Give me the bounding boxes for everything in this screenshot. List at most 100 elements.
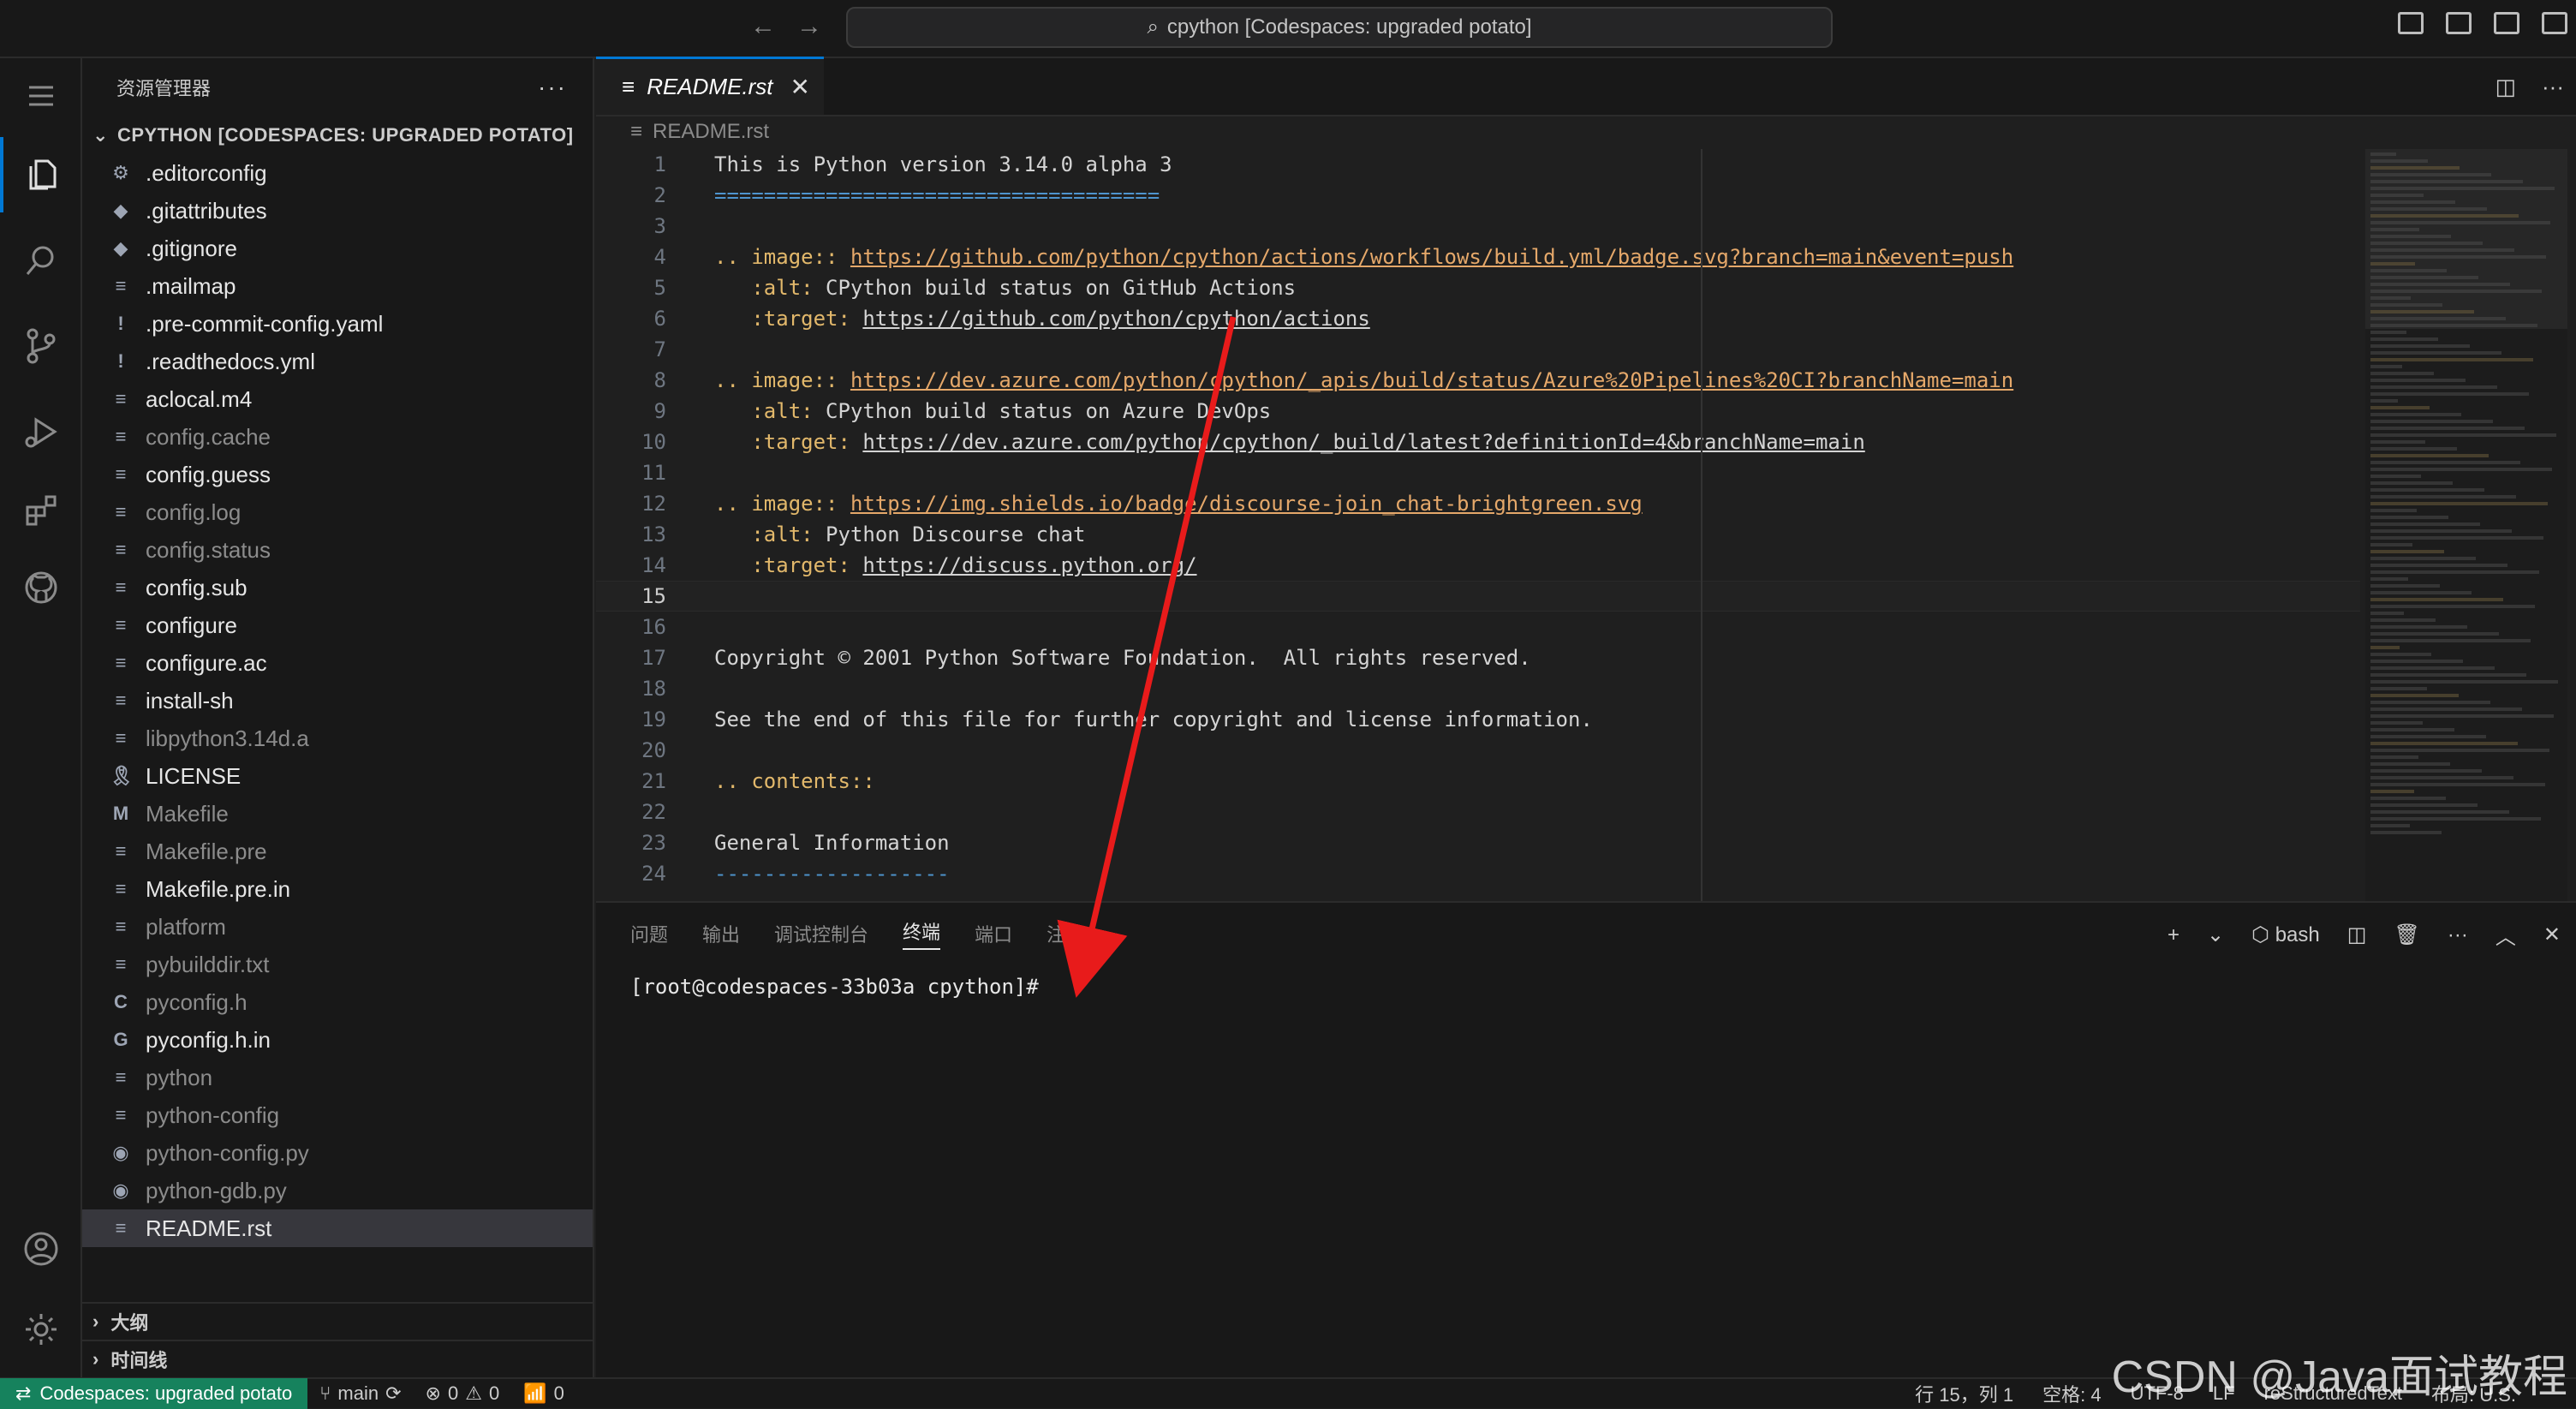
code-line[interactable]: 22 xyxy=(596,797,2360,827)
code-line[interactable]: 9 :alt: CPython build status on Azure De… xyxy=(596,396,2360,427)
file-item[interactable]: 🎗LICENSE xyxy=(82,757,593,795)
file-item[interactable]: ≡config.status xyxy=(82,531,593,569)
panel-tab[interactable]: 端口 xyxy=(975,920,1012,947)
command-center[interactable]: ⌕ cpython [Codespaces: upgraded potato] xyxy=(846,7,1833,48)
code-token[interactable]: https://github.com/python/cpython/action… xyxy=(850,245,2013,269)
code-line[interactable]: 21.. contents:: xyxy=(596,766,2360,797)
code-line[interactable]: 8.. image:: https://dev.azure.com/python… xyxy=(596,365,2360,396)
back-arrow-icon[interactable]: ← xyxy=(750,12,776,41)
toggle-panel-icon[interactable] xyxy=(2494,12,2519,34)
file-item[interactable]: ≡config.sub xyxy=(82,569,593,606)
file-item[interactable]: ≡Makefile.pre xyxy=(82,833,593,870)
outline-section-header[interactable]: › 大纲 xyxy=(82,1302,593,1340)
file-item[interactable]: MMakefile xyxy=(82,795,593,833)
file-item[interactable]: ≡libpython3.14d.a xyxy=(82,719,593,757)
more-actions-icon[interactable]: ··· xyxy=(2448,923,2468,947)
panel-tab[interactable]: 注释 xyxy=(1046,920,1084,947)
more-actions-icon[interactable]: ··· xyxy=(538,74,567,101)
file-item[interactable]: ◆.gitignore xyxy=(82,230,593,267)
code-line[interactable]: 7 xyxy=(596,334,2360,365)
code-editor[interactable]: 1This is Python version 3.14.0 alpha 32=… xyxy=(596,149,2360,901)
code-line[interactable]: 19See the end of this file for further c… xyxy=(596,704,2360,735)
source-control-button[interactable] xyxy=(0,308,82,384)
code-line[interactable]: 10 :target: https://dev.azure.com/python… xyxy=(596,427,2360,457)
panel-tab[interactable]: 调试控制台 xyxy=(774,920,868,947)
problems-indicator[interactable]: ⊗ 0 ⚠ 0 xyxy=(414,1382,512,1405)
code-line[interactable]: 24------------------- xyxy=(596,858,2360,889)
panel-tab[interactable]: 输出 xyxy=(702,920,740,947)
code-token[interactable]: https://dev.azure.com/python/cpython/_ap… xyxy=(850,368,2013,392)
explorer-button[interactable] xyxy=(0,137,82,212)
run-debug-button[interactable] xyxy=(0,394,82,469)
file-item[interactable]: ≡config.cache xyxy=(82,418,593,456)
code-line[interactable]: 17Copyright © 2001 Python Software Found… xyxy=(596,642,2360,673)
code-token[interactable]: https://dev.azure.com/python/cpython/_bu… xyxy=(862,430,1864,454)
remote-indicator[interactable]: ⇄ Codespaces: upgraded potato xyxy=(0,1378,307,1409)
file-item[interactable]: ≡configure.ac xyxy=(82,644,593,682)
file-item[interactable]: ≡pybuilddir.txt xyxy=(82,946,593,983)
forward-arrow-icon[interactable]: → xyxy=(796,12,822,41)
file-item[interactable]: ≡configure xyxy=(82,606,593,644)
code-line[interactable]: 23General Information xyxy=(596,827,2360,858)
code-line[interactable]: 3 xyxy=(596,211,2360,242)
timeline-section-header[interactable]: › 时间线 xyxy=(82,1340,593,1377)
indentation[interactable]: 空格: 4 xyxy=(2042,1380,2101,1407)
file-item[interactable]: ◉python-gdb.py xyxy=(82,1172,593,1209)
tab-readme[interactable]: ≡ README.rst ✕ xyxy=(596,57,824,115)
toggle-primary-sidebar-icon[interactable] xyxy=(2446,12,2472,34)
file-item[interactable]: ◆.gitattributes xyxy=(82,192,593,230)
code-line[interactable]: 2==================================== xyxy=(596,180,2360,211)
breadcrumb[interactable]: ≡ README.rst xyxy=(596,116,2576,147)
github-button[interactable] xyxy=(0,550,82,625)
file-item[interactable]: ⚙.editorconfig xyxy=(82,154,593,192)
new-terminal-icon[interactable]: + xyxy=(2168,923,2179,947)
code-line[interactable]: 20 xyxy=(596,735,2360,766)
file-item[interactable]: ≡python-config xyxy=(82,1096,593,1134)
menu-button[interactable] xyxy=(0,58,82,134)
close-icon[interactable]: ✕ xyxy=(790,73,810,101)
split-terminal-icon[interactable]: ◫ xyxy=(2347,922,2367,947)
toggle-secondary-sidebar-icon[interactable] xyxy=(2542,12,2567,34)
search-button[interactable] xyxy=(0,223,82,298)
more-actions-icon[interactable]: ··· xyxy=(2542,74,2564,100)
terminal[interactable]: [root@codespaces-33b03a cpython]# xyxy=(596,964,2576,1009)
manage-button[interactable] xyxy=(0,1292,82,1367)
code-line[interactable]: 14 :target: https://discuss.python.org/ xyxy=(596,550,2360,581)
trash-icon[interactable]: 🗑 xyxy=(2394,922,2419,947)
file-item[interactable]: !.readthedocs.yml xyxy=(82,343,593,380)
file-item[interactable]: Gpyconfig.h.in xyxy=(82,1021,593,1059)
code-line[interactable]: 5 :alt: CPython build status on GitHub A… xyxy=(596,272,2360,303)
file-item[interactable]: ≡platform xyxy=(82,908,593,946)
maximize-panel-icon[interactable]: ︿ xyxy=(2496,920,2516,950)
file-item[interactable]: Cpyconfig.h xyxy=(82,983,593,1021)
file-item[interactable]: ≡python xyxy=(82,1059,593,1096)
code-line[interactable]: 15 xyxy=(596,581,2360,612)
branch-indicator[interactable]: ⑂ main ⟳ xyxy=(307,1382,413,1405)
terminal-shell[interactable]: ⬡ bash xyxy=(2251,922,2320,947)
file-item[interactable]: ≡install-sh xyxy=(82,682,593,719)
file-item[interactable]: ◉python-config.py xyxy=(82,1134,593,1172)
minimap[interactable] xyxy=(2365,149,2567,901)
file-item[interactable]: ≡config.log xyxy=(82,493,593,531)
accounts-button[interactable] xyxy=(0,1211,82,1287)
code-line[interactable]: 1This is Python version 3.14.0 alpha 3 xyxy=(596,149,2360,180)
ports-indicator[interactable]: 📶 0 xyxy=(511,1382,576,1405)
workspace-section-header[interactable]: ⌄ CPYTHON [CODESPACES: UPGRADED POTATO] xyxy=(82,116,593,154)
panel-tab[interactable]: 问题 xyxy=(630,920,668,947)
code-line[interactable]: 6 :target: https://github.com/python/cpy… xyxy=(596,303,2360,334)
code-token[interactable]: https://github.com/python/cpython/action… xyxy=(862,307,1369,331)
extensions-button[interactable] xyxy=(0,473,82,548)
file-item[interactable]: !.pre-commit-config.yaml xyxy=(82,305,593,343)
panel-tab[interactable]: 终端 xyxy=(903,917,940,950)
cursor-position[interactable]: 行 15，列 1 xyxy=(1915,1380,2013,1407)
split-editor-icon[interactable]: ◫ xyxy=(2495,74,2516,100)
code-line[interactable]: 16 xyxy=(596,612,2360,642)
close-panel-icon[interactable]: ✕ xyxy=(2543,922,2561,947)
chevron-down-icon[interactable]: ⌄ xyxy=(2207,922,2224,947)
sync-icon[interactable]: ⟳ xyxy=(385,1382,401,1405)
file-item[interactable]: ≡Makefile.pre.in xyxy=(82,870,593,908)
code-line[interactable]: 11 xyxy=(596,457,2360,488)
code-line[interactable]: 12.. image:: https://img.shields.io/badg… xyxy=(596,488,2360,519)
code-line[interactable]: 13 :alt: Python Discourse chat xyxy=(596,519,2360,550)
code-line[interactable]: 18 xyxy=(596,673,2360,704)
